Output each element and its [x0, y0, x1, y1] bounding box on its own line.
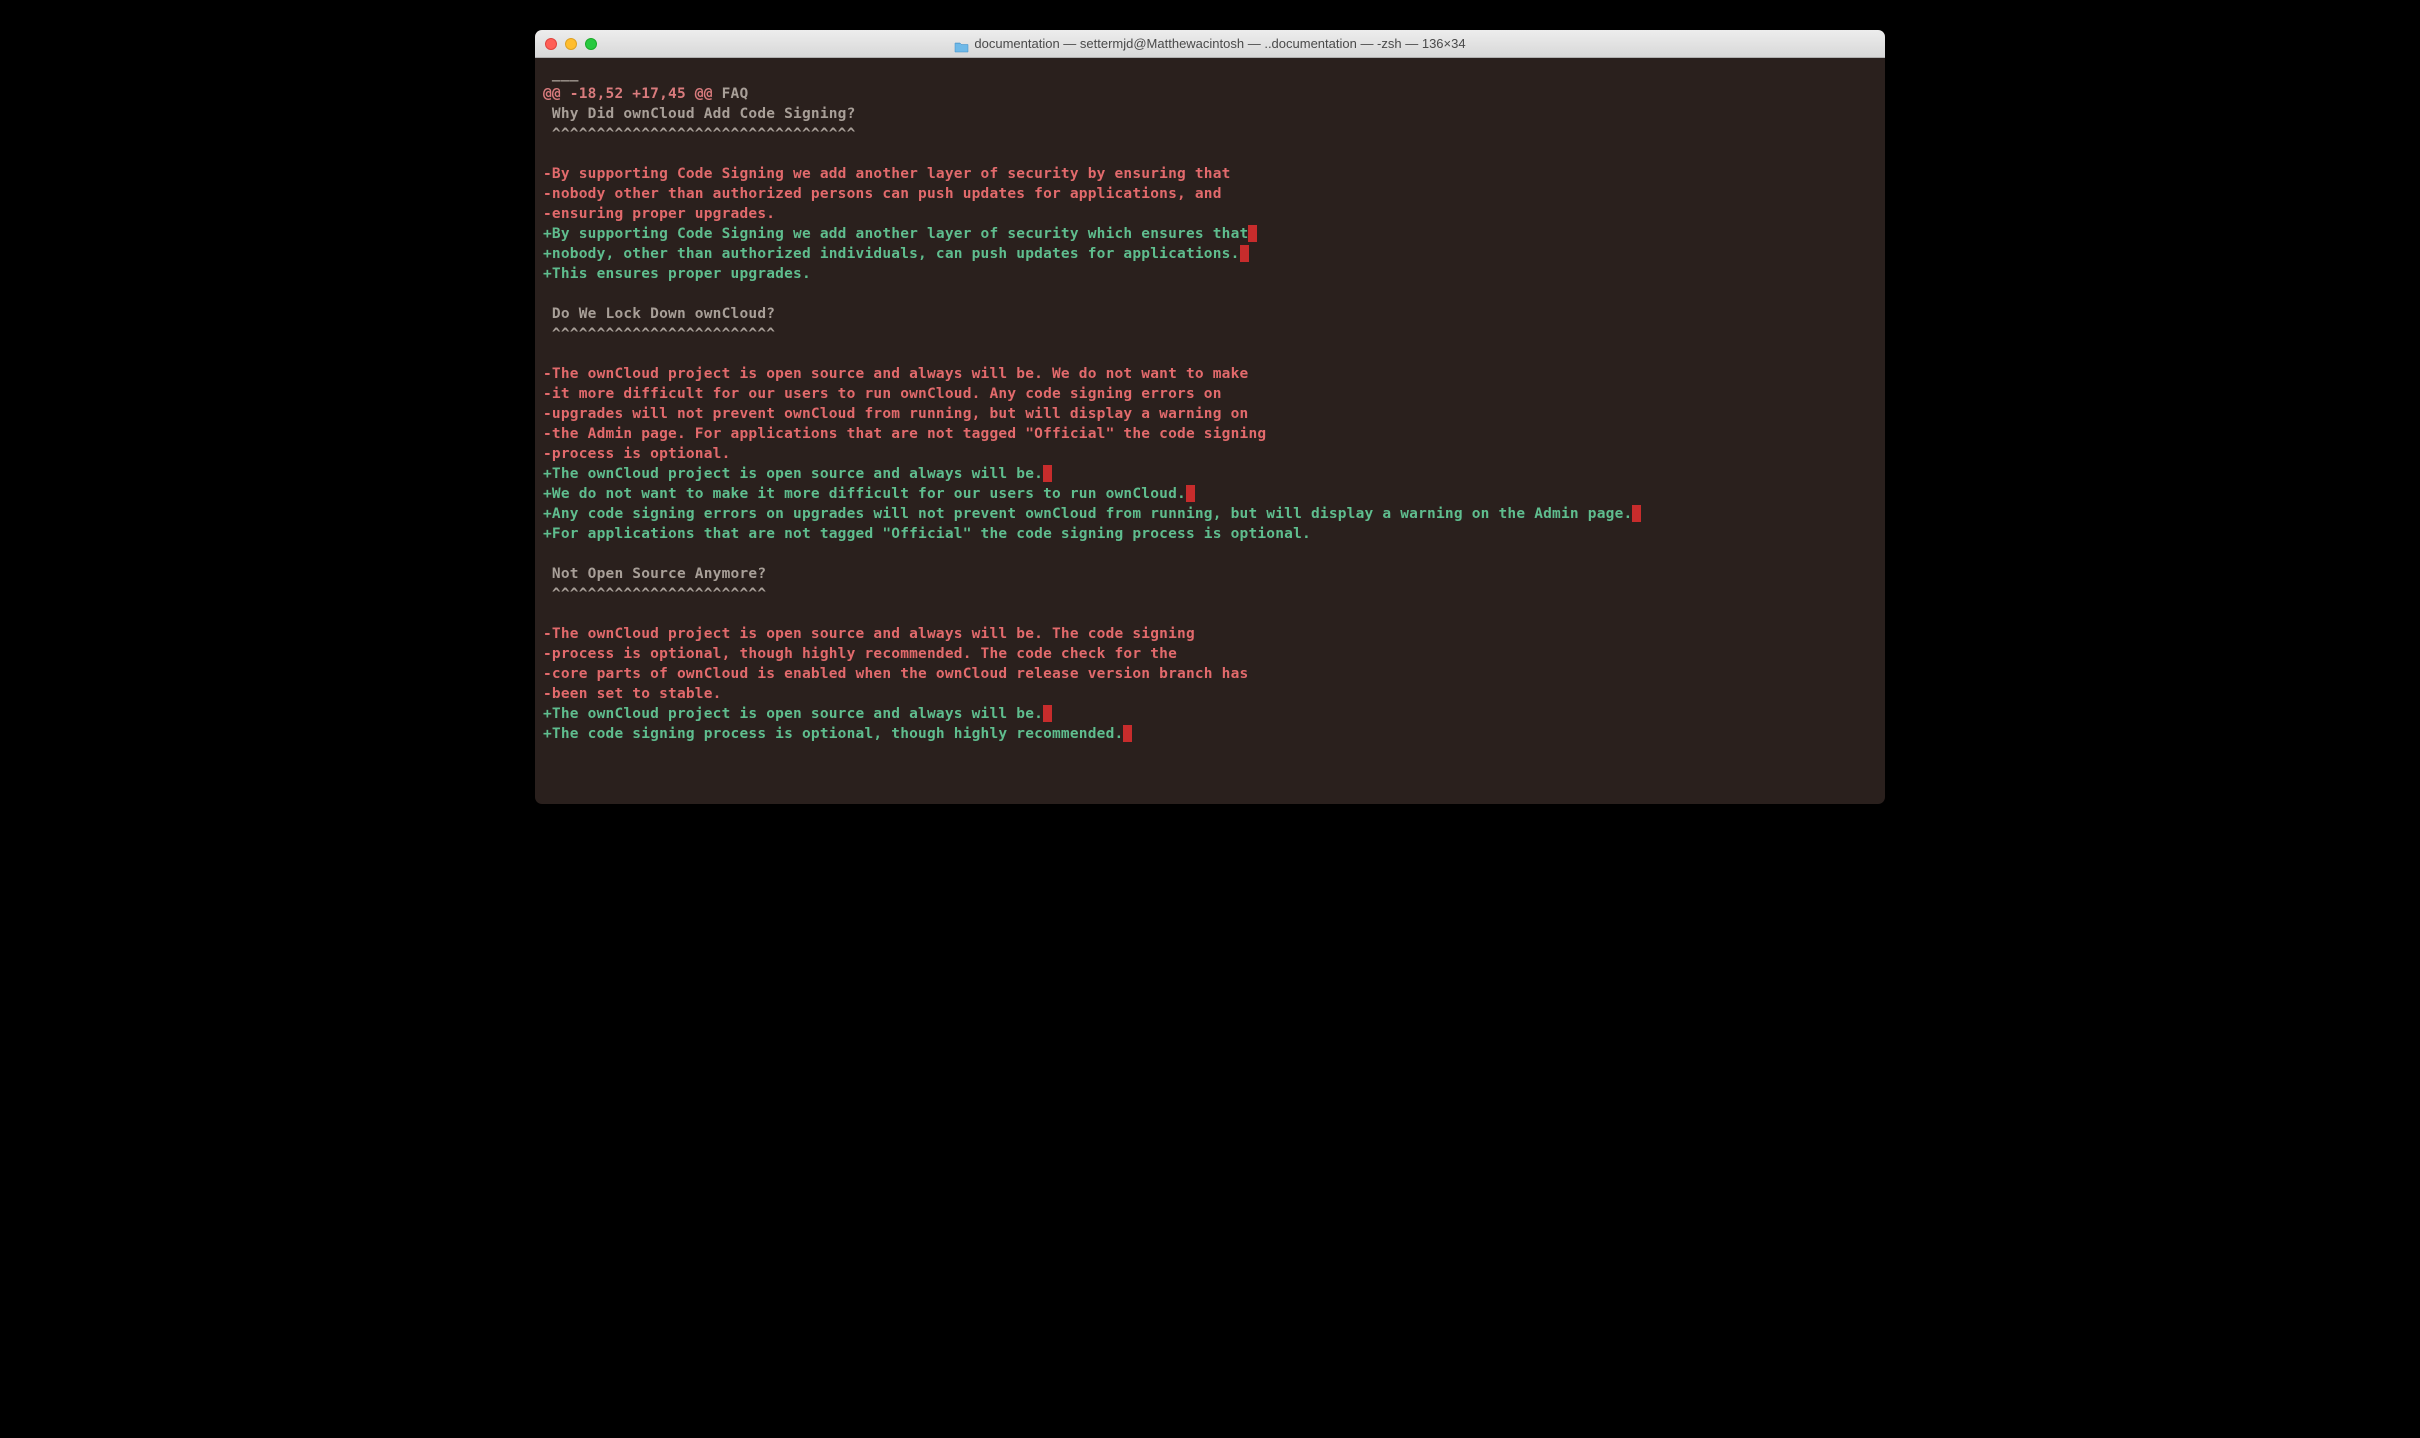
diff-line-added: +The ownCloud project is open source and…	[543, 704, 1877, 724]
diff-line-hunk: @@ -18,52 +17,45 @@ FAQ	[543, 84, 1877, 104]
diff-line-context: ^^^^^^^^^^^^^^^^^^^^^^^^^^^^^^^^^^	[543, 124, 1877, 144]
diff-line-added: +nobody, other than authorized individua…	[543, 244, 1877, 264]
diff-line-removed: -the Admin page. For applications that a…	[543, 424, 1877, 444]
traffic-lights	[545, 38, 597, 50]
diff-line-blank	[543, 144, 1877, 164]
diff-line-removed: -been set to stable.	[543, 684, 1877, 704]
trailing-whitespace-marker	[1186, 485, 1195, 502]
minimize-button[interactable]	[565, 38, 577, 50]
window-title: documentation — settermjd@Matthewacintos…	[974, 36, 1465, 51]
diff-line-blank	[543, 544, 1877, 564]
diff-line-blank	[543, 284, 1877, 304]
terminal-body[interactable]: ___@@ -18,52 +17,45 @@ FAQ Why Did ownCl…	[535, 58, 1885, 804]
diff-line-added: +We do not want to make it more difficul…	[543, 484, 1877, 504]
titlebar[interactable]: documentation — settermjd@Matthewacintos…	[535, 30, 1885, 58]
folder-icon	[954, 38, 969, 50]
trailing-whitespace-marker	[1123, 725, 1132, 742]
diff-line-context: Why Did ownCloud Add Code Signing?	[543, 104, 1877, 124]
diff-line-added: +Any code signing errors on upgrades wil…	[543, 504, 1877, 524]
diff-line-removed: -it more difficult for our users to run …	[543, 384, 1877, 404]
title-center: documentation — settermjd@Matthewacintos…	[545, 36, 1875, 51]
trailing-whitespace-marker	[1043, 465, 1052, 482]
diff-line-context: ___	[543, 64, 1877, 84]
diff-line-blank	[543, 604, 1877, 624]
diff-line-added: +The code signing process is optional, t…	[543, 724, 1877, 744]
trailing-whitespace-marker	[1632, 505, 1641, 522]
trailing-whitespace-marker	[1043, 705, 1052, 722]
diff-line-removed: -The ownCloud project is open source and…	[543, 624, 1877, 644]
diff-line-removed: -By supporting Code Signing we add anoth…	[543, 164, 1877, 184]
diff-line-removed: -process is optional, though highly reco…	[543, 644, 1877, 664]
diff-line-removed: -process is optional.	[543, 444, 1877, 464]
diff-line-context: ^^^^^^^^^^^^^^^^^^^^^^^^	[543, 584, 1877, 604]
diff-line-added: +For applications that are not tagged "O…	[543, 524, 1877, 544]
terminal-window: documentation — settermjd@Matthewacintos…	[535, 30, 1885, 804]
diff-line-blank	[543, 344, 1877, 364]
close-button[interactable]	[545, 38, 557, 50]
diff-line-added: +This ensures proper upgrades.	[543, 264, 1877, 284]
diff-line-removed: -The ownCloud project is open source and…	[543, 364, 1877, 384]
diff-line-removed: -upgrades will not prevent ownCloud from…	[543, 404, 1877, 424]
trailing-whitespace-marker	[1240, 245, 1249, 262]
diff-line-removed: -core parts of ownCloud is enabled when …	[543, 664, 1877, 684]
diff-line-context: ^^^^^^^^^^^^^^^^^^^^^^^^^	[543, 324, 1877, 344]
maximize-button[interactable]	[585, 38, 597, 50]
diff-line-context: Not Open Source Anymore?	[543, 564, 1877, 584]
diff-line-added: +The ownCloud project is open source and…	[543, 464, 1877, 484]
diff-line-added: +By supporting Code Signing we add anoth…	[543, 224, 1877, 244]
trailing-whitespace-marker	[1248, 225, 1257, 242]
diff-line-removed: -ensuring proper upgrades.	[543, 204, 1877, 224]
diff-line-context: Do We Lock Down ownCloud?	[543, 304, 1877, 324]
diff-line-removed: -nobody other than authorized persons ca…	[543, 184, 1877, 204]
